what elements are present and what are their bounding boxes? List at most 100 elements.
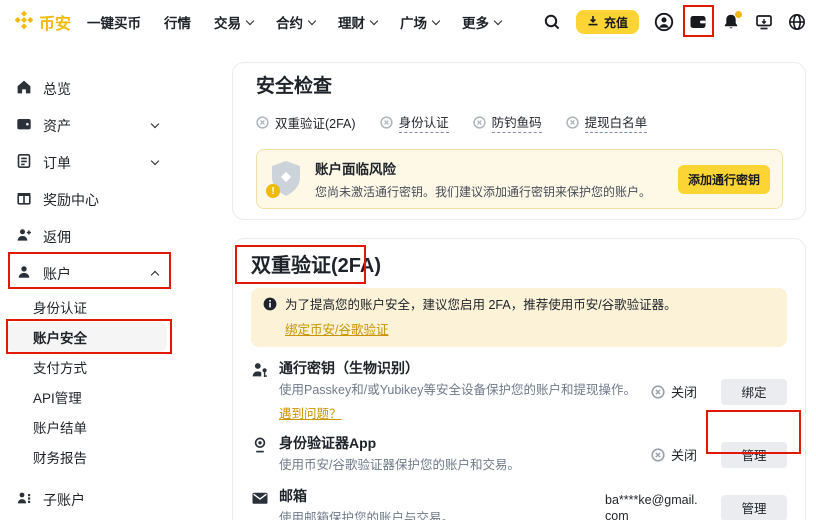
chevron-down-icon	[308, 16, 316, 24]
email-texts: 邮箱 使用邮箱保护您的账户与交易。	[279, 488, 605, 520]
download-app-icon[interactable]	[755, 13, 773, 31]
sidebar-item-referral[interactable]: 返佣	[0, 218, 172, 255]
authenticator-description: 使用币安/谷歌验证器保护您的账户和交易。	[279, 457, 651, 474]
passkey-bind-button[interactable]: 绑定	[721, 379, 787, 405]
status-off-icon	[380, 116, 393, 129]
notice-texts: 为了提高您的账户安全，建议您启用 2FA，推荐使用币安/谷歌验证器。 绑定币安/…	[285, 296, 677, 339]
main-nav: 一键买币 行情 交易 合约 理财 广场 更多	[87, 12, 501, 32]
twofa-title: 双重验证(2FA)	[251, 253, 787, 280]
nav-item-trade[interactable]: 交易	[214, 12, 253, 32]
notification-badge	[735, 11, 742, 18]
checklist-item-2fa[interactable]: 双重验证(2FA)	[256, 113, 356, 132]
twofa-card: 双重验证(2FA) 为了提高您的账户安全，建议您启用 2FA，推荐使用币安/谷歌…	[232, 238, 806, 520]
masked-email-value: ba****ke@gmail.com	[605, 492, 701, 520]
shield-warning-icon: !	[269, 159, 303, 199]
nav-item-futures[interactable]: 合约	[276, 12, 315, 32]
risk-alert-texts: 账户面临风险 您尚未激活通行密钥。我们建议添加通行密钥来保护您的账户。	[315, 158, 666, 200]
nav-item-buy-crypto[interactable]: 一键买币	[87, 12, 141, 32]
security-check-title: 安全检查	[256, 75, 783, 99]
globe-icon[interactable]	[788, 13, 806, 31]
home-icon	[16, 79, 32, 98]
risk-alert-description: 您尚未激活通行密钥。我们建议添加通行密钥来保护您的账户。	[315, 183, 666, 200]
checklist-item-withdrawal-whitelist[interactable]: 提现白名单	[566, 112, 648, 133]
security-row-authenticator: 身份验证器App 使用币安/谷歌验证器保护您的账户和交易。 关闭 管理	[251, 435, 787, 474]
binance-account-security-page: 币安 一键买币 行情 交易 合约 理财 广场 更多 充	[0, 0, 816, 520]
chevron-down-icon	[370, 16, 378, 24]
sidebar-item-sub-accounts[interactable]: 子账户	[0, 481, 172, 518]
passkey-status: 关闭	[651, 382, 701, 401]
security-checklist: 双重验证(2FA) 身份认证 防钓鱼码 提现白名单	[256, 112, 783, 133]
sidebar-item-dashboard[interactable]: 总览	[0, 70, 172, 107]
passkey-icon	[251, 360, 269, 384]
sidebar-item-account-security[interactable]: 账户安全	[7, 322, 167, 352]
passkey-texts: 通行密钥（生物识别） 使用Passkey和/或Yubikey等安全设备保护您的账…	[279, 360, 651, 423]
sidebar-item-assets[interactable]: 资产	[0, 107, 172, 144]
passkey-description: 使用Passkey和/或Yubikey等安全设备保护您的账户和提现操作。	[279, 382, 651, 399]
nav-item-earn[interactable]: 理财	[338, 12, 377, 32]
add-passkey-button[interactable]: 添加通行密钥	[678, 165, 770, 194]
checklist-item-antiphishing[interactable]: 防钓鱼码	[473, 112, 542, 133]
authenticator-title: 身份验证器App	[279, 435, 651, 452]
email-controls: ba****ke@gmail.com 管理	[605, 492, 787, 520]
passkey-help-link[interactable]: 遇到问题？	[279, 403, 342, 422]
top-nav-bar: 币安 一键买币 行情 交易 合约 理财 广场 更多 充	[0, 0, 816, 44]
authenticator-icon	[251, 435, 269, 459]
sidebar-item-financial-reports[interactable]: 财务报告	[7, 442, 167, 472]
authenticator-controls: 关闭 管理	[651, 442, 787, 468]
deposit-button[interactable]: 充值	[576, 10, 639, 34]
chevron-up-icon	[151, 271, 159, 279]
authenticator-status: 关闭	[651, 445, 701, 464]
sidebar-item-api-management[interactable]: API管理	[7, 382, 167, 412]
sidebar-item-identity-verification[interactable]: 身份认证	[7, 292, 167, 322]
authenticator-texts: 身份验证器App 使用币安/谷歌验证器保护您的账户和交易。	[279, 435, 651, 474]
status-off-icon	[473, 116, 486, 129]
sidebar-item-account[interactable]: 账户	[0, 255, 172, 292]
deposit-icon	[587, 15, 599, 30]
risk-alert-banner: ! 账户面临风险 您尚未激活通行密钥。我们建议添加通行密钥来保护您的账户。 添加…	[256, 149, 783, 209]
risk-alert-title: 账户面临风险	[315, 158, 666, 178]
search-icon[interactable]	[543, 13, 561, 31]
email-icon	[251, 488, 269, 512]
chevron-down-icon	[151, 120, 159, 128]
status-off-icon	[651, 385, 665, 399]
email-manage-button[interactable]: 管理	[721, 495, 787, 520]
chevron-down-icon	[432, 16, 440, 24]
account-icon	[16, 264, 32, 283]
rewards-icon	[16, 190, 32, 209]
sidebar-item-orders[interactable]: 订单	[0, 144, 172, 181]
status-off-icon	[651, 448, 665, 462]
brand-name: 币安	[39, 10, 71, 34]
twofa-notice-banner: 为了提高您的账户安全，建议您启用 2FA，推荐使用币安/谷歌验证器。 绑定币安/…	[251, 288, 787, 347]
sidebar-item-account-statement[interactable]: 账户结单	[7, 412, 167, 442]
nav-item-markets[interactable]: 行情	[164, 12, 191, 32]
checklist-item-identity[interactable]: 身份认证	[380, 112, 449, 133]
info-icon	[263, 297, 277, 316]
profile-icon[interactable]	[654, 12, 674, 32]
email-title: 邮箱	[279, 488, 605, 505]
email-description: 使用邮箱保护您的账户与交易。	[279, 510, 605, 520]
nav-item-more[interactable]: 更多	[462, 12, 501, 32]
nav-item-square[interactable]: 广场	[400, 12, 439, 32]
binance-logo[interactable]: 币安	[14, 10, 71, 35]
chevron-down-icon	[246, 16, 254, 24]
passkey-controls: 关闭 绑定	[651, 379, 787, 405]
security-check-card: 安全检查 双重验证(2FA) 身份认证 防钓鱼码 提现白名单 !	[232, 62, 806, 220]
orders-icon	[16, 153, 32, 172]
wallet-icon[interactable]	[689, 13, 707, 31]
authenticator-manage-button[interactable]: 管理	[721, 442, 787, 468]
sidebar-item-payment-methods[interactable]: 支付方式	[7, 352, 167, 382]
chevron-down-icon	[151, 157, 159, 165]
assets-icon	[16, 116, 32, 135]
status-off-icon	[256, 116, 269, 129]
bind-authenticator-link[interactable]: 绑定币安/谷歌验证	[285, 319, 388, 338]
header-actions: 充值	[543, 10, 806, 34]
notice-text: 为了提高您的账户安全，建议您启用 2FA，推荐使用币安/谷歌验证器。	[285, 298, 677, 312]
notifications-bell-icon[interactable]	[722, 13, 740, 31]
security-row-email: 邮箱 使用邮箱保护您的账户与交易。 ba****ke@gmail.com 管理	[251, 488, 787, 520]
binance-logo-icon	[14, 10, 34, 35]
chevron-down-icon	[494, 16, 502, 24]
sidebar-item-rewards-hub[interactable]: 奖励中心	[0, 181, 172, 218]
sidebar: 总览 资产 订单 奖励中心 返佣	[0, 44, 225, 518]
exclamation-badge: !	[266, 184, 280, 198]
security-row-passkey: 通行密钥（生物识别） 使用Passkey和/或Yubikey等安全设备保护您的账…	[251, 360, 787, 423]
